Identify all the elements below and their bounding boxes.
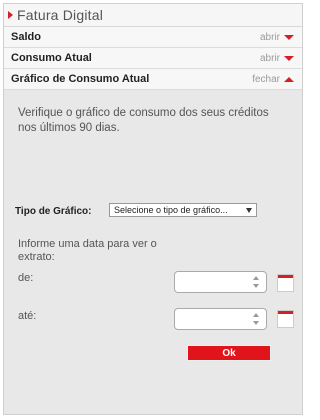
fatura-digital-panel: Fatura Digital Saldo abrir Consumo Atual… bbox=[3, 3, 303, 415]
section-consumo-atual[interactable]: Consumo Atual abrir bbox=[4, 48, 302, 69]
section-saldo[interactable]: Saldo abrir bbox=[4, 27, 302, 48]
triangle-right-icon bbox=[8, 11, 13, 19]
spinner-icon[interactable] bbox=[253, 313, 261, 325]
ok-button[interactable]: Ok bbox=[187, 345, 271, 361]
to-date-input[interactable] bbox=[174, 308, 267, 330]
section-grafico-consumo[interactable]: Gráfico de Consumo Atual fechar bbox=[4, 69, 302, 90]
section-label: Gráfico de Consumo Atual bbox=[11, 73, 150, 85]
chevron-down-icon bbox=[246, 207, 252, 213]
arrow-up-icon[interactable] bbox=[284, 76, 294, 82]
open-link[interactable]: abrir bbox=[260, 32, 280, 43]
chart-type-label: Tipo de Gráfico: bbox=[15, 206, 92, 217]
close-link[interactable]: fechar bbox=[252, 74, 280, 85]
section-label: Consumo Atual bbox=[11, 52, 92, 64]
open-link[interactable]: abrir bbox=[260, 53, 280, 64]
description-text: Verifique o gráfico de consumo dos seus … bbox=[18, 107, 269, 134]
from-label: de: bbox=[18, 272, 34, 284]
chart-type-select-value: Selecione o tipo de gráfico... bbox=[114, 205, 228, 215]
spinner-icon[interactable] bbox=[253, 276, 261, 288]
grafico-content: Verifique o gráfico de consumo dos seus … bbox=[4, 90, 302, 414]
from-date-input[interactable] bbox=[174, 271, 267, 293]
panel-header: Fatura Digital bbox=[4, 4, 302, 27]
calendar-icon[interactable] bbox=[277, 274, 294, 292]
section-label: Saldo bbox=[11, 31, 41, 43]
to-label: até: bbox=[18, 310, 37, 322]
panel-title: Fatura Digital bbox=[17, 7, 104, 23]
inform-date-text: Informe uma data para ver o extrato: bbox=[18, 238, 157, 263]
calendar-icon[interactable] bbox=[277, 310, 294, 328]
arrow-down-icon[interactable] bbox=[284, 34, 294, 40]
arrow-down-icon[interactable] bbox=[284, 55, 294, 61]
chart-type-select[interactable]: Selecione o tipo de gráfico... bbox=[109, 203, 257, 217]
